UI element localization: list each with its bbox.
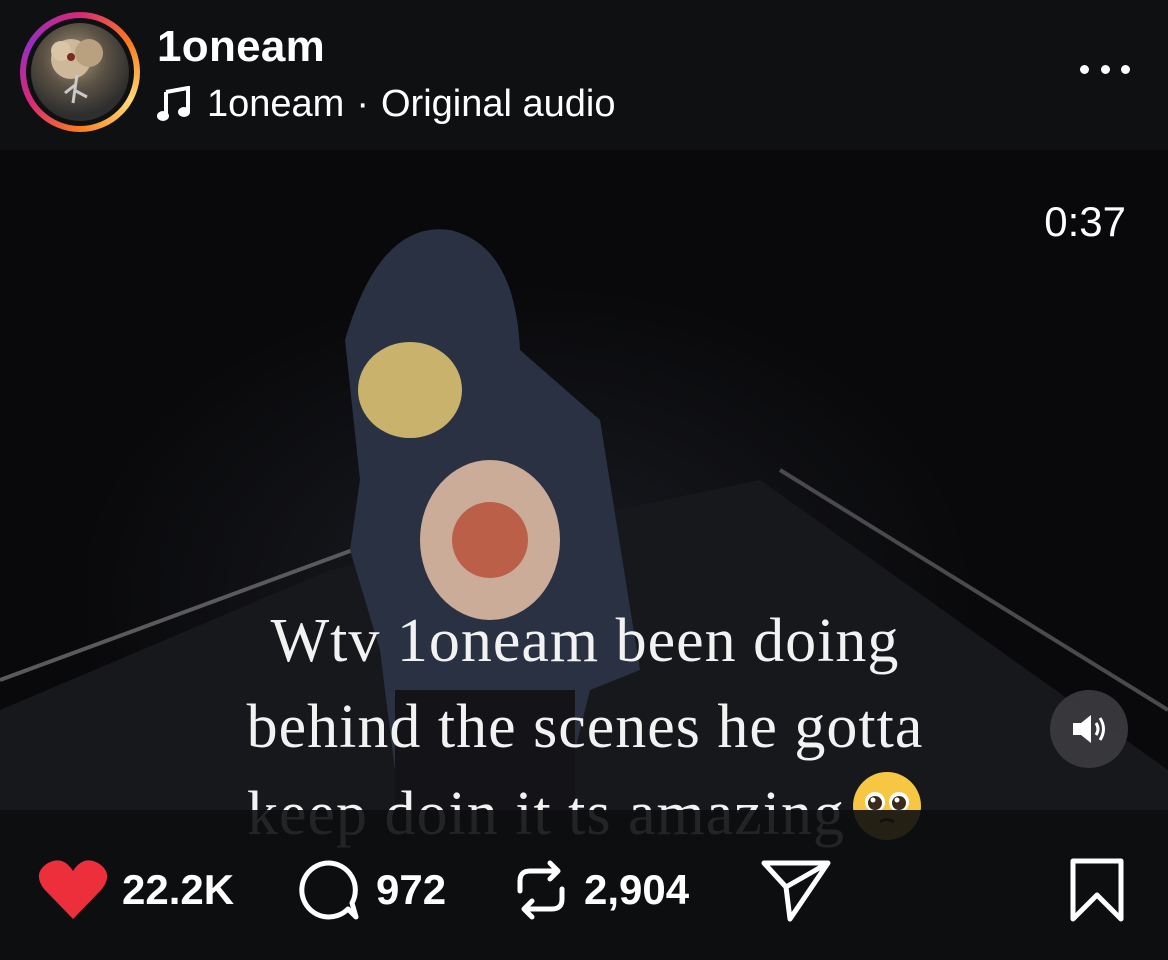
username[interactable]: 1oneam	[157, 22, 325, 72]
music-note-icon	[157, 86, 190, 121]
more-dot	[1080, 64, 1089, 74]
share-stat[interactable]	[760, 850, 846, 930]
audio-title[interactable]: Original audio	[381, 83, 615, 126]
video-duration: 0:37	[1044, 198, 1126, 245]
heart-icon[interactable]	[38, 859, 108, 921]
like-stat[interactable]: 22.2K	[38, 850, 234, 930]
speaker-icon	[1073, 715, 1105, 743]
more-dot	[1100, 64, 1110, 74]
more-options-button[interactable]	[1080, 55, 1130, 83]
sound-toggle-button[interactable]	[1050, 690, 1128, 768]
audio-artist[interactable]: 1oneam	[207, 83, 344, 126]
share-icon[interactable]	[760, 857, 832, 923]
bookmark-icon[interactable]	[1068, 857, 1126, 923]
caption-line: behind the scenes he gotta	[246, 693, 924, 761]
avatar-frame	[26, 18, 134, 126]
comment-stat[interactable]: 972	[296, 850, 446, 930]
bookmark-stat[interactable]	[1068, 850, 1140, 930]
audio-separator: ·	[356, 82, 369, 125]
repost-stat[interactable]: 2,904	[512, 850, 689, 930]
repost-icon[interactable]	[512, 859, 570, 921]
like-count: 22.2K	[122, 866, 235, 913]
post-header: 1oneam 1oneam · Original audio	[0, 0, 1168, 150]
comment-icon[interactable]	[296, 857, 362, 923]
avatar-image	[51, 39, 103, 104]
action-bar: 22.2K 972 2,904	[0, 810, 1168, 960]
more-dot	[1121, 64, 1130, 74]
caption-line: Wtv 1oneam been doing	[270, 607, 900, 675]
avatar[interactable]	[31, 23, 129, 121]
story-ring[interactable]	[20, 12, 140, 132]
repost-count: 2,904	[584, 866, 690, 913]
comment-count: 972	[376, 866, 447, 913]
audio-row[interactable]: 1oneam · Original audio	[157, 80, 615, 128]
